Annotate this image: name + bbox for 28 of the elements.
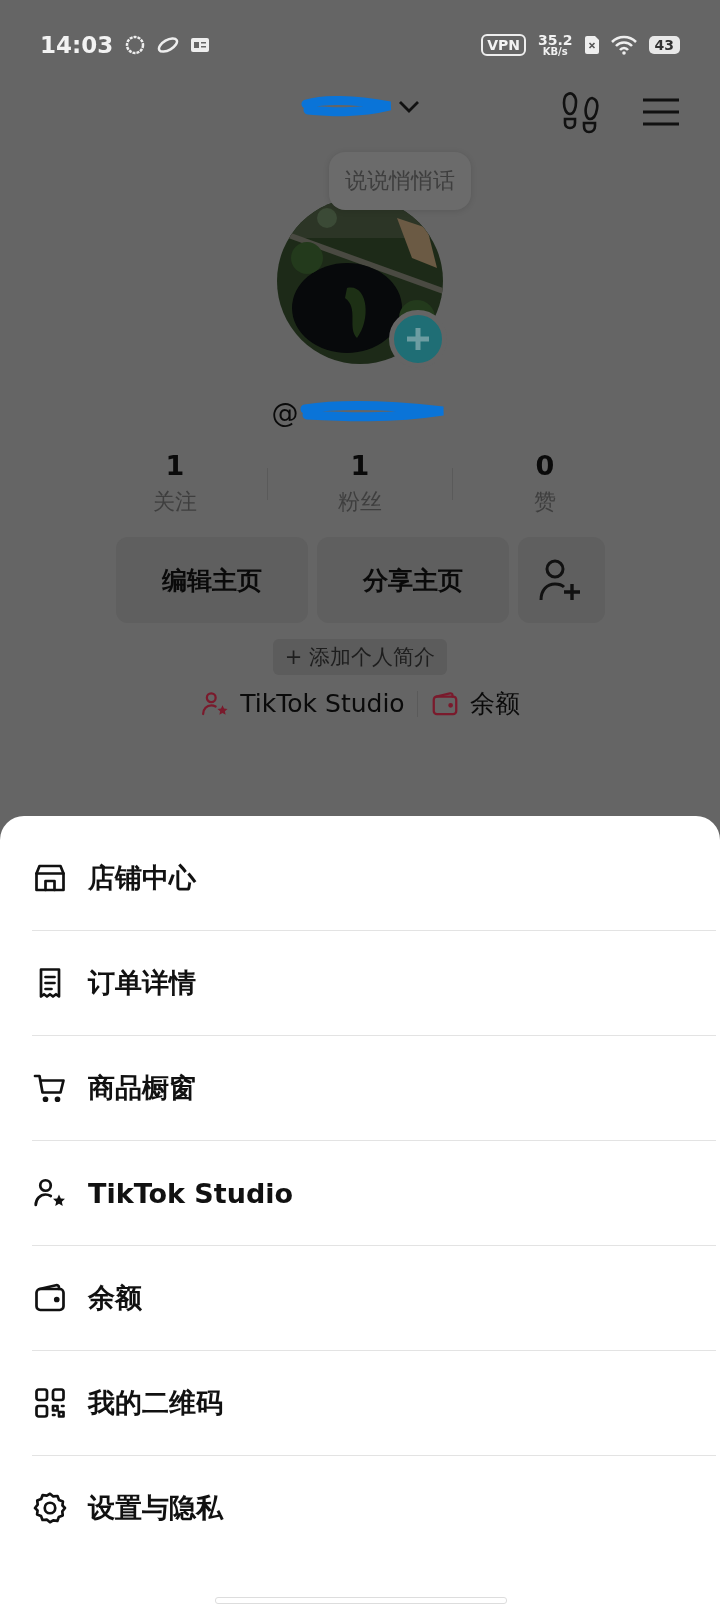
chat-bubble-icon (125, 35, 146, 55)
menu-item[interactable]: 设置与隐私 (32, 1456, 716, 1560)
status-time: 14:03 (40, 32, 114, 58)
sim-card-icon (584, 36, 599, 54)
speed-unit: KB/s (542, 47, 568, 57)
menu-item[interactable]: 余额 (32, 1246, 716, 1351)
stat-value: 1 (350, 450, 370, 481)
handle-prefix: @ (271, 396, 299, 428)
chevron-down-icon[interactable] (398, 100, 420, 114)
stat-value: 0 (535, 450, 555, 481)
planet-icon (157, 35, 180, 55)
menu-item[interactable]: 订单详情 (32, 931, 716, 1036)
menu-icon[interactable] (642, 97, 680, 127)
stat-value: 1 (165, 450, 185, 481)
qr-code-icon (32, 1385, 68, 1421)
menu-item[interactable]: 我的二维码 (32, 1351, 716, 1456)
menu-item[interactable]: 商品橱窗 (32, 1036, 716, 1141)
footprints-icon[interactable] (562, 90, 600, 134)
add-friend-button[interactable] (517, 537, 605, 623)
card-icon (191, 38, 210, 52)
menu-item[interactable]: 店铺中心 (32, 826, 716, 931)
vpn-badge: VPN (481, 34, 526, 56)
network-speed: 35.2 (537, 33, 573, 47)
wifi-icon (610, 35, 637, 55)
settings-icon (32, 1490, 68, 1526)
plus-icon (404, 325, 432, 353)
menu-item[interactable]: TikTok Studio (32, 1141, 716, 1246)
battery-level: 43 (648, 36, 680, 54)
